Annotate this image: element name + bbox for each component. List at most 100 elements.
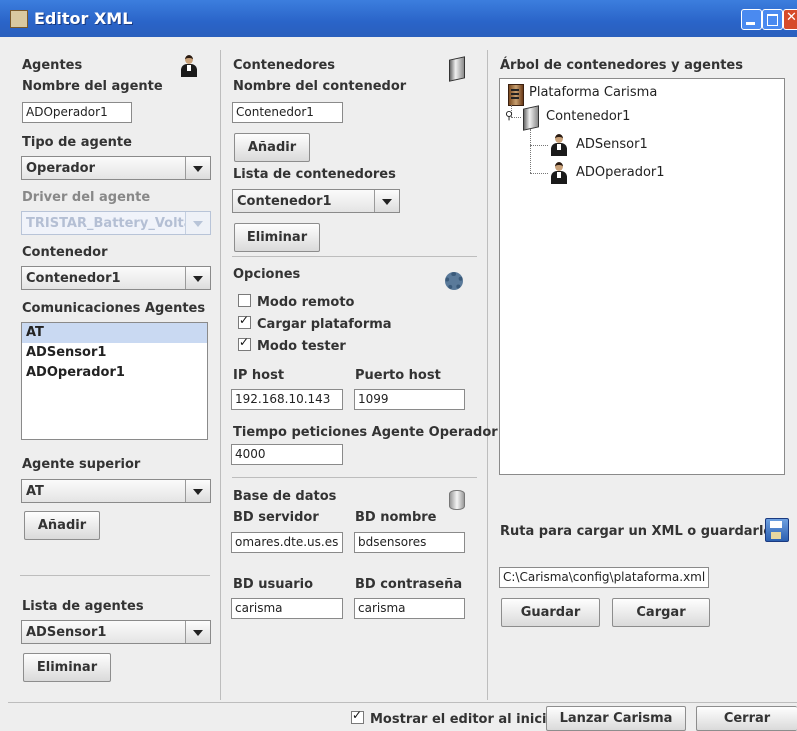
tree-connector (530, 145, 548, 146)
java-app-icon (10, 10, 28, 28)
xml-path-input[interactable]: C:\Carisma\config\plataforma.xml (499, 567, 709, 588)
gear-icon (445, 272, 463, 290)
tree-agent-node[interactable]: ADOperador1 (576, 165, 665, 180)
checkbox-box[interactable] (238, 335, 251, 351)
show-editor-checkbox[interactable]: Mostrar el editor al inicio (351, 708, 556, 727)
agent-driver-select: TRISTAR_Battery_Volta... (21, 211, 211, 235)
chevron-down-icon[interactable] (185, 267, 210, 289)
launch-carisma-button[interactable]: Lanzar Carisma (546, 706, 686, 731)
section-divider (232, 256, 477, 257)
save-icon[interactable] (765, 518, 789, 542)
agent-container-label: Contenedor (22, 245, 108, 260)
agent-container-select[interactable]: Contenedor1 (21, 266, 211, 290)
agent-driver-value: TRISTAR_Battery_Volta... (26, 216, 186, 231)
tree-root-node[interactable]: Plataforma Carisma (529, 85, 657, 100)
remove-container-button[interactable]: Eliminar (234, 223, 320, 252)
column-divider (487, 50, 488, 700)
db-name-label: BD nombre (355, 510, 437, 525)
db-server-label: BD servidor (233, 510, 319, 525)
agent-type-value: Operador (26, 161, 96, 176)
tree-container-node[interactable]: Contenedor1 (546, 109, 630, 124)
add-container-button[interactable]: Añadir (234, 133, 310, 162)
tester-mode-label: Modo tester (257, 339, 346, 354)
window-titlebar[interactable]: Editor XML (0, 0, 797, 37)
maximize-button[interactable] (762, 9, 783, 30)
db-user-input[interactable]: carisma (231, 598, 343, 619)
checkbox-box[interactable] (238, 313, 251, 329)
chevron-down-icon (185, 212, 210, 234)
container-name-label: Nombre del contenedor (233, 79, 407, 94)
db-password-input[interactable]: carisma (354, 598, 465, 619)
port-host-label: Puerto host (355, 368, 441, 383)
containers-list-select[interactable]: Contenedor1 (232, 189, 400, 213)
close-window-button[interactable] (783, 9, 797, 30)
container-name-input[interactable]: Contenedor1 (232, 102, 343, 123)
agents-list-label: Lista de agentes (22, 599, 144, 614)
port-host-input[interactable]: 1099 (354, 389, 465, 410)
agent-icon (181, 55, 197, 77)
tree-heading: Árbol de contenedores y agentes (500, 58, 743, 73)
container-icon (449, 56, 465, 82)
save-xml-button[interactable]: Guardar (501, 598, 600, 627)
column-divider (220, 50, 221, 700)
list-item[interactable]: ADOperador1 (22, 363, 207, 383)
comms-list[interactable]: AT ADSensor1 ADOperador1 (21, 322, 208, 440)
agent-container-value: Contenedor1 (26, 271, 121, 286)
checkbox-box[interactable] (238, 294, 251, 307)
comms-label: Comunicaciones Agentes (22, 301, 206, 316)
remove-agent-button[interactable]: Eliminar (23, 653, 111, 682)
contenedores-heading: Contenedores (233, 58, 336, 73)
remote-mode-label: Modo remoto (257, 295, 355, 310)
db-password-label: BD contraseña (355, 577, 463, 592)
db-server-input[interactable]: omares.dte.us.es (231, 532, 343, 553)
container-icon (523, 105, 539, 131)
chevron-down-icon[interactable] (185, 621, 210, 643)
checkbox-box[interactable] (351, 708, 364, 724)
database-icon (449, 490, 465, 510)
containers-agents-tree[interactable]: Plataforma Carisma ⚲ Contenedor1 ADSenso… (499, 78, 785, 475)
footer-divider (8, 702, 797, 703)
request-time-label: Tiempo peticiones Agente Operador (233, 425, 498, 440)
agents-list-value: ADSensor1 (26, 625, 107, 640)
containers-list-value: Contenedor1 (237, 194, 332, 209)
ip-host-label: IP host (233, 368, 285, 383)
section-divider (20, 575, 210, 576)
agent-name-input[interactable]: ADOperador1 (22, 102, 132, 123)
show-editor-label: Mostrar el editor al inicio (370, 712, 556, 727)
agent-name-label: Nombre del agente (22, 79, 163, 94)
window-title: Editor XML (34, 9, 133, 28)
request-time-input[interactable]: 4000 (231, 444, 343, 465)
load-xml-button[interactable]: Cargar (612, 598, 710, 627)
tree-connector (530, 129, 531, 173)
db-user-label: BD usuario (233, 577, 314, 592)
opciones-heading: Opciones (233, 267, 301, 282)
list-item[interactable]: ADSensor1 (22, 343, 207, 363)
remote-mode-checkbox[interactable]: Modo remoto (238, 294, 354, 310)
superior-agent-select[interactable]: AT (21, 479, 211, 503)
tester-mode-checkbox[interactable]: Modo tester (238, 335, 346, 354)
load-platform-checkbox[interactable]: Cargar plataforma (238, 313, 392, 332)
add-agent-button[interactable]: Añadir (24, 511, 100, 540)
section-divider (232, 477, 477, 478)
agentes-heading: Agentes (22, 58, 83, 73)
minimize-button[interactable] (741, 9, 762, 30)
chevron-down-icon[interactable] (374, 190, 399, 212)
tree-connector (530, 173, 548, 174)
ip-host-input[interactable]: 192.168.10.143 (231, 389, 343, 410)
close-button[interactable]: Cerrar (696, 706, 797, 731)
agent-type-label: Tipo de agente (22, 135, 132, 150)
chevron-down-icon[interactable] (185, 480, 210, 502)
containers-list-label: Lista de contenedores (233, 167, 396, 182)
agent-icon (551, 162, 567, 184)
load-platform-label: Cargar plataforma (257, 317, 392, 332)
agents-list-select[interactable]: ADSensor1 (21, 620, 211, 644)
chevron-down-icon[interactable] (185, 157, 210, 179)
xml-path-label: Ruta para cargar un XML o guardarlo (500, 524, 773, 539)
list-item[interactable]: AT (22, 323, 207, 343)
agent-type-select[interactable]: Operador (21, 156, 211, 180)
db-name-input[interactable]: bdsensores (354, 532, 465, 553)
database-heading: Base de datos (233, 489, 337, 504)
superior-agent-label: Agente superior (22, 457, 141, 472)
expand-handle-icon[interactable]: ⚲ (505, 109, 513, 122)
tree-agent-node[interactable]: ADSensor1 (576, 137, 648, 152)
